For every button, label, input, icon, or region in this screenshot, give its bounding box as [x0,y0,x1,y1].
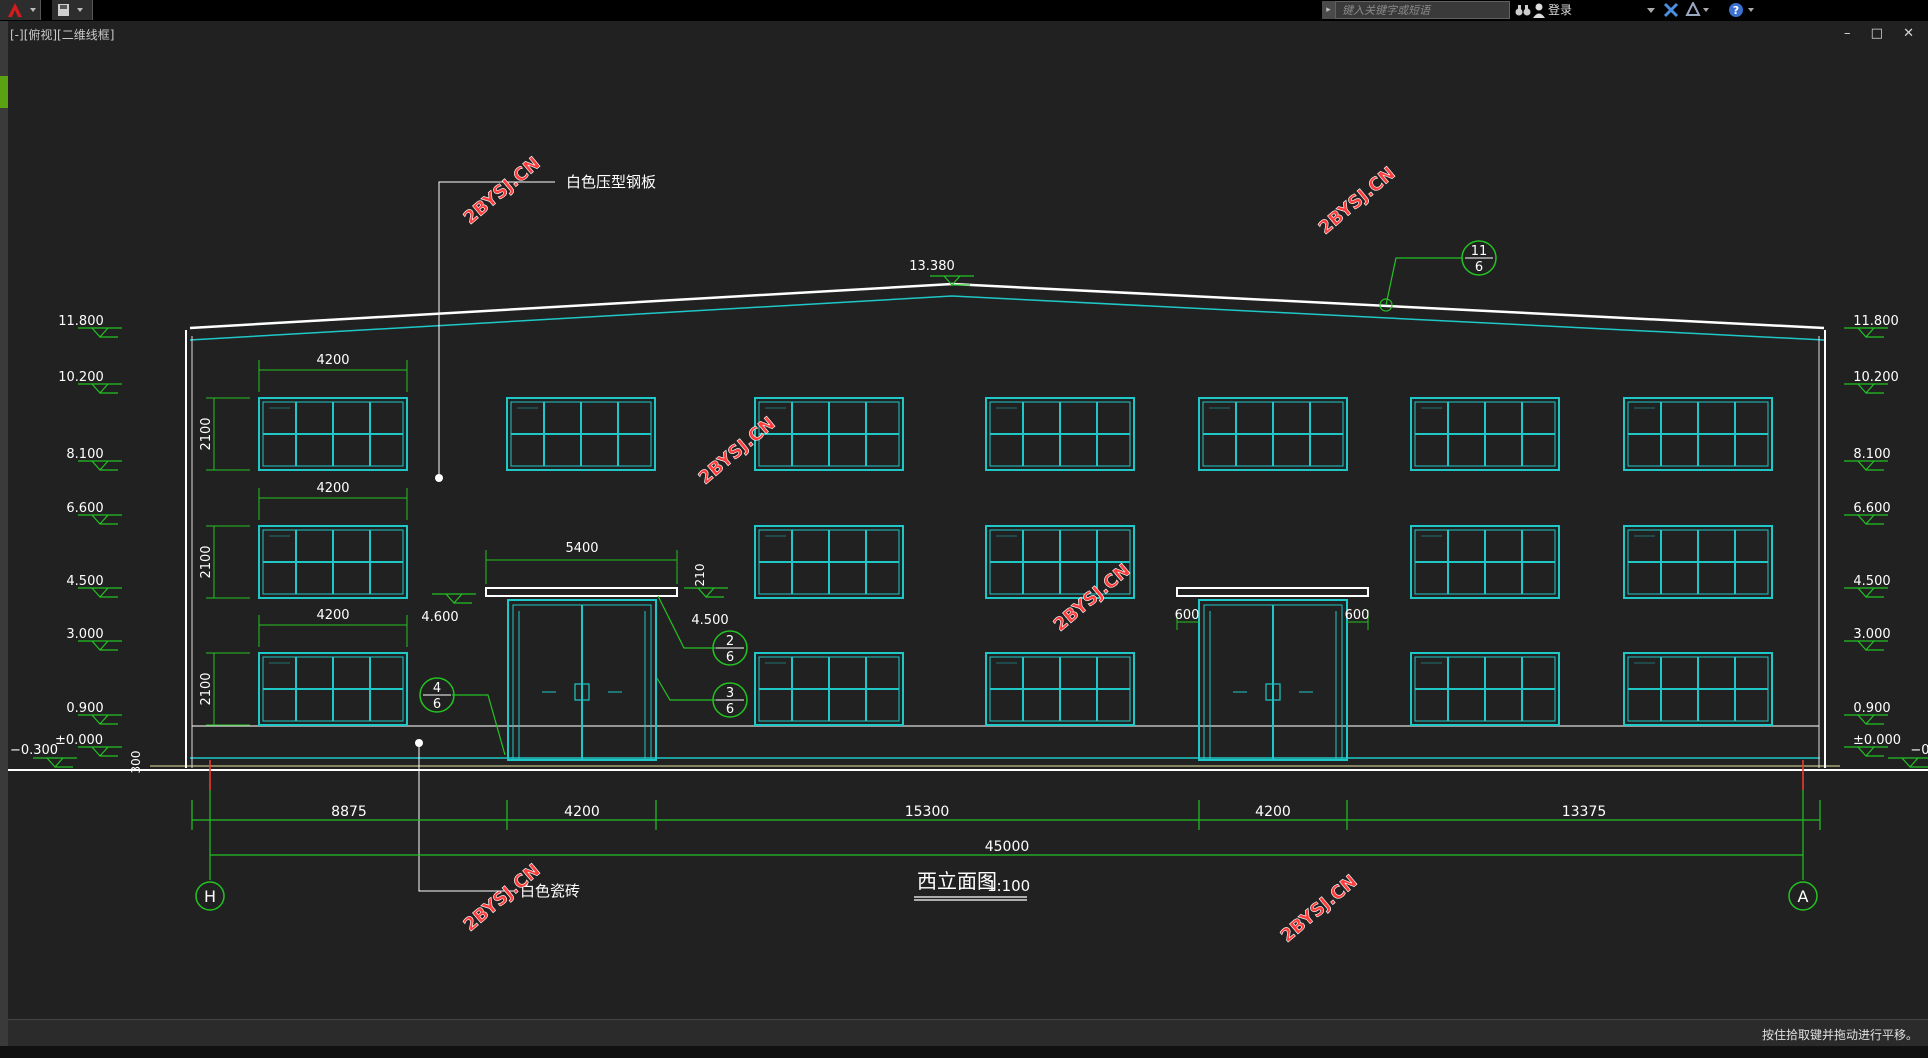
callout-4-6: 4 6 [419,677,455,713]
watermark-2: 2BYSJ.CN [1315,163,1400,239]
level-right-4: 6.600 [1853,501,1890,516]
dim-seg-1: 8875 [331,804,367,820]
win-width-2: 4200 [316,481,349,496]
side-offset-left: 600 [1175,608,1200,623]
callout-4-top: 4 [433,681,441,696]
watermark-6: 2BYSJ.CN [1277,871,1362,947]
ridge-level: 13.380 [909,259,955,274]
callout-3-6: 3 6 [712,682,748,718]
window-row-3 [258,652,1773,726]
status-bar: 按住拾取键并拖动进行平移。 [8,1019,1928,1047]
level-left-1: 11.800 [58,314,104,329]
level-left-2: 10.200 [58,370,104,385]
level-left-6: 3.000 [66,627,103,642]
level-left-7: 0.900 [66,701,103,716]
dim-total: 45000 [985,839,1030,855]
axis-label-right: A [1798,887,1809,906]
win-height-2: 2100 [199,545,214,578]
roof-fascia [189,295,1825,341]
door-left [485,587,678,761]
win-height-3: 2100 [199,672,214,705]
level-left-4: 6.600 [66,501,103,516]
callout-3-bottom: 6 [726,702,734,717]
plinth-height: 300 [129,751,143,774]
level-left-3: 8.100 [66,447,103,462]
level-left-9: −0.300 [10,743,58,758]
dim-seg-4: 4200 [1255,804,1291,820]
left-green-tab[interactable] [0,76,8,108]
door-right [1176,587,1369,761]
dim-seg-2: 4200 [564,804,600,820]
win-width-1: 4200 [316,353,349,368]
exchange-icon[interactable] [1663,2,1679,18]
roof-line [189,282,1825,330]
callout-11-6: 11 6 [1461,240,1497,276]
quick-access-save-button[interactable] [52,0,93,20]
axis-label-left: H [204,887,216,906]
search-expand-button[interactable]: ▸ [1322,1,1335,19]
win-height-1: 2100 [199,417,214,450]
viewport-controls-label[interactable]: [-][俯视][二维线框] [10,26,114,43]
svg-text:?: ? [1733,4,1739,17]
binoculars-icon[interactable] [1515,2,1531,18]
watermark-3: 2BYSJ.CN [695,413,780,489]
callout-3-top: 3 [726,686,734,701]
left-edge-panel [0,21,8,1058]
canopy-level-right: 4.500 [691,613,728,628]
help-icon[interactable]: ? [1728,2,1758,18]
side-offset-right: 600 [1345,608,1370,623]
roof-material-note: 白色压型钢板 [566,173,656,191]
drawing-scale: 1:100 [987,877,1030,895]
drawing-title: 西立面图 [917,869,997,893]
win-width-3: 4200 [316,608,349,623]
canopy-right [1176,587,1369,597]
status-message: 按住拾取键并拖动进行平移。 [1761,1028,1918,1042]
level-right-6: 3.000 [1853,627,1890,642]
window-row-1 [258,397,1773,471]
canopy-level-left: 4.600 [421,610,458,625]
watermark-1: 2BYSJ.CN [460,153,545,229]
bottom-strip [0,1046,1928,1058]
drawing-viewport[interactable]: 4200 4200 4200 5400 600 600 2100 2100 21… [8,21,1928,1019]
base-note-leader [418,743,515,892]
callout-11-bottom: 6 [1475,260,1483,275]
level-left-5: 4.500 [66,574,103,589]
drawing-window-controls[interactable]: – □ ✕ [1844,26,1922,41]
autocad-logo-icon [8,3,36,17]
level-right-2: 10.200 [1853,370,1899,385]
dim-seg-5: 13375 [1562,804,1607,820]
search-input[interactable]: 键入关键字或短语 [1335,1,1510,19]
title-bar: ▸ 键入关键字或短语 登录 ? [0,0,1928,21]
login-label: 登录 [1548,3,1573,17]
canopy-left [485,587,678,597]
level-right-8: ±0.000 [1853,733,1901,748]
canopy-width: 5400 [565,541,598,556]
login-button[interactable]: 登录 [1548,0,1572,20]
callout-2-6: 2 6 [712,630,748,666]
canopy-thickness: 210 [693,564,707,587]
level-right-9: −0 [1910,743,1928,758]
elevation-drawing: 4200 4200 4200 5400 600 600 2100 2100 21… [8,153,1928,947]
level-right-7: 0.900 [1853,701,1890,716]
level-right-3: 8.100 [1853,447,1890,462]
level-right-5: 4.500 [1853,574,1890,589]
window-width-dims [258,360,1369,647]
callout-leaders [452,257,1462,756]
chevron-down-icon[interactable] [1647,6,1655,14]
callout-2-bottom: 6 [726,650,734,665]
callout-4-bottom: 6 [433,697,441,712]
level-right-1: 11.800 [1853,314,1899,329]
callout-2-top: 2 [726,634,734,649]
connect-icon[interactable] [1685,2,1711,18]
app-menu-button[interactable] [0,0,41,20]
user-icon [1533,3,1545,18]
dim-seg-3: 15300 [905,804,950,820]
save-icon [58,4,83,16]
dimension-chain [191,760,1821,880]
callout-11-top: 11 [1471,244,1488,259]
level-left-8: ±0.000 [55,733,103,748]
